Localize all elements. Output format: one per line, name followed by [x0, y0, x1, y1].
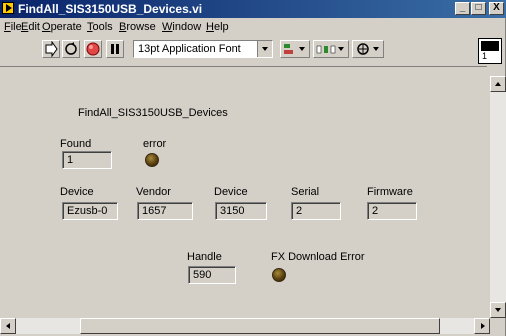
font-dropdown-value: 13pt Application Font: [138, 43, 241, 55]
found-label: Found: [60, 138, 92, 150]
serial-label: Serial: [291, 186, 320, 198]
error-label: error: [143, 138, 167, 150]
scroll-up-icon[interactable]: [490, 76, 506, 92]
minimize-button[interactable]: _: [455, 2, 470, 15]
menu-tools[interactable]: Tools: [87, 21, 113, 33]
device-name-value: Ezusb-0: [67, 205, 108, 217]
device-id-value: 3150: [220, 205, 245, 217]
device-name-label: Device: [60, 186, 94, 198]
menu-edit[interactable]: Edit: [21, 21, 40, 33]
menu-file[interactable]: File: [4, 21, 22, 33]
vendor-indicator[interactable]: 1657: [137, 202, 193, 220]
device-id-label: Device: [214, 186, 248, 198]
run-arrow-icon[interactable]: [42, 40, 60, 58]
reorder-icon[interactable]: [352, 40, 384, 58]
labview-window: FindAll_SIS3150USB_Devices.vi _ □ X File…: [0, 0, 506, 336]
align-icon[interactable]: [280, 40, 310, 58]
firmware-label: Firmware: [367, 186, 413, 198]
vendor-value: 1657: [142, 205, 167, 217]
toolbar: 13pt Application Font: [0, 36, 470, 62]
front-panel: FindAll_SIS3150USB_Devices Found 1 error…: [0, 66, 487, 319]
vi-icon-number: 1: [482, 51, 488, 61]
fx-error-led[interactable]: [272, 268, 286, 282]
vi-connector-icon[interactable]: 1: [478, 38, 502, 64]
pause-icon[interactable]: [106, 40, 124, 58]
serial-indicator[interactable]: 2: [291, 202, 341, 220]
handle-indicator[interactable]: 590: [188, 266, 236, 284]
font-dropdown[interactable]: 13pt Application Font: [133, 40, 273, 58]
vi-icon-screen: [481, 41, 499, 51]
handle-value: 590: [193, 269, 212, 281]
close-button[interactable]: X: [489, 2, 504, 15]
device-id-indicator[interactable]: 3150: [215, 202, 267, 220]
maximize-button[interactable]: □: [471, 2, 486, 15]
run-continuous-icon[interactable]: [62, 40, 80, 58]
menu-operate[interactable]: Operate: [42, 21, 82, 33]
abort-icon[interactable]: [84, 40, 102, 58]
distribute-icon[interactable]: [313, 40, 349, 58]
serial-value: 2: [296, 205, 303, 217]
scroll-down-icon[interactable]: [490, 302, 506, 318]
menu-browse[interactable]: Browse: [119, 21, 156, 33]
horizontal-scrollbar[interactable]: [0, 318, 490, 334]
window-title: FindAll_SIS3150USB_Devices.vi: [18, 2, 203, 16]
menu-window[interactable]: Window: [162, 21, 201, 33]
firmware-value: 2: [372, 205, 379, 217]
vendor-label: Vendor: [136, 186, 171, 198]
menu-help[interactable]: Help: [206, 21, 229, 33]
menu-bar: File Edit Operate Tools Browse Window He…: [0, 18, 470, 36]
scroll-left-icon[interactable]: [0, 318, 16, 334]
horizontal-scroll-thumb[interactable]: [80, 318, 440, 334]
error-led[interactable]: [145, 153, 159, 167]
handle-label: Handle: [187, 251, 222, 263]
scroll-right-icon[interactable]: [474, 318, 490, 334]
device-name-indicator[interactable]: Ezusb-0: [62, 202, 118, 220]
firmware-indicator[interactable]: 2: [367, 202, 417, 220]
found-value: 1: [67, 154, 74, 166]
title-bar[interactable]: FindAll_SIS3150USB_Devices.vi _ □ X: [0, 0, 506, 18]
found-indicator[interactable]: 1: [62, 151, 112, 169]
vertical-scrollbar[interactable]: [490, 76, 506, 318]
vi-window-icon: [2, 2, 14, 14]
chevron-down-icon: [257, 41, 272, 57]
fx-error-label: FX Download Error: [271, 251, 365, 263]
panel-caption: FindAll_SIS3150USB_Devices: [78, 107, 228, 119]
